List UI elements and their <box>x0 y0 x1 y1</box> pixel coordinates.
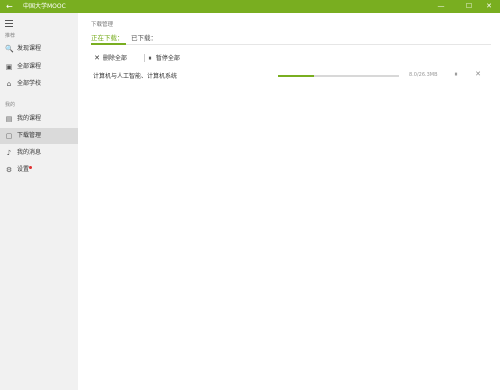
section-mine: 我的 <box>5 102 16 108</box>
sidebar-item-my-courses[interactable]: ▤ 我的课程 <box>0 111 78 127</box>
download-progress-fill <box>278 75 315 77</box>
bell-icon: ♪ <box>6 149 12 157</box>
sidebar-item-messages[interactable]: ♪ 我的消息 <box>0 145 78 161</box>
tab-downloaded[interactable]: 已下载： <box>131 32 157 42</box>
search-icon: 🔍 <box>5 45 14 53</box>
sidebar: 推荐 🔍 发现课程 ▣ 全部课程 ⌂ 全部学校 我的 ▤ 我的课程 ▢ 下载管理… <box>0 13 78 390</box>
close-window-button[interactable]: ✕ <box>478 0 500 13</box>
pause-download-icon[interactable]: ⏸ <box>451 70 461 79</box>
download-size: 8.0/26.3MB <box>409 72 438 78</box>
back-arrow-icon[interactable]: ← <box>6 0 13 13</box>
cancel-download-icon[interactable]: ✕ <box>473 70 483 78</box>
download-progress-bar <box>278 75 399 77</box>
sidebar-item-label: 我的消息 <box>17 149 42 156</box>
school-icon: ⌂ <box>6 80 12 88</box>
sidebar-item-label: 我的课程 <box>17 115 42 122</box>
sidebar-item-all-schools[interactable]: ⌂ 全部学校 <box>0 76 78 92</box>
sidebar-item-settings[interactable]: ⚙ 设置 <box>0 162 78 178</box>
tab-downloading[interactable]: 正在下载： <box>91 32 124 42</box>
delete-all-label: 删除全部 <box>102 55 127 62</box>
notification-dot <box>29 166 32 169</box>
pause-icon: ⏸ <box>148 54 152 62</box>
sidebar-item-label: 下载管理 <box>17 132 42 139</box>
hamburger-icon[interactable] <box>5 20 13 27</box>
courses-icon: ▣ <box>5 63 13 71</box>
page-title: 下载管理 <box>91 22 114 28</box>
main-panel: 下载管理 正在下载： 已下载： ✕ 删除全部 ⏸ 暂停全部 计算机与人工智能、计… <box>78 13 500 390</box>
download-name: 计算机与人工智能、计算机系统 <box>93 73 178 80</box>
sidebar-item-label: 全部课程 <box>17 63 42 70</box>
maximize-button[interactable]: ☐ <box>458 0 480 13</box>
tab-divider <box>91 44 491 45</box>
app-title: 中国大学MOOC <box>23 3 66 10</box>
sidebar-item-label: 设置 <box>17 166 30 173</box>
active-tab-indicator <box>91 43 126 45</box>
action-divider <box>144 54 145 62</box>
close-icon: ✕ <box>94 54 100 62</box>
title-bar: ← 中国大学MOOC — ☐ ✕ <box>0 0 500 13</box>
sidebar-item-label: 全部学校 <box>17 80 42 87</box>
sidebar-item-downloads[interactable]: ▢ 下载管理 <box>0 128 78 144</box>
gear-icon: ⚙ <box>5 166 13 174</box>
pause-all-label: 暂停全部 <box>155 55 180 62</box>
delete-all-button[interactable]: ✕ 删除全部 <box>93 53 127 63</box>
pause-all-button[interactable]: ⏸ 暂停全部 <box>146 53 180 63</box>
download-row[interactable]: 计算机与人工智能、计算机系统 8.0/26.3MB ⏸ ✕ <box>91 69 491 83</box>
minimize-button[interactable]: — <box>430 0 452 13</box>
sidebar-item-all-courses[interactable]: ▣ 全部课程 <box>0 59 78 75</box>
download-icon: ▢ <box>5 132 13 140</box>
sidebar-item-discover[interactable]: 🔍 发现课程 <box>0 41 78 57</box>
section-recommend: 推荐 <box>5 33 16 39</box>
my-courses-icon: ▤ <box>5 115 13 123</box>
sidebar-item-label: 发现课程 <box>17 45 42 52</box>
